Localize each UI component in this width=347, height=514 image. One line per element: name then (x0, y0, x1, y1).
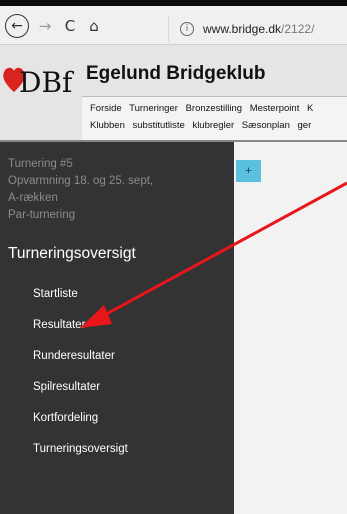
nav-link-klubregler[interactable]: klubregler (192, 120, 234, 131)
sidebar-item-resultater[interactable]: Resultater (33, 319, 85, 331)
top-navigation: Forside Turneringer Bronzestilling Meste… (82, 96, 347, 141)
reload-icon[interactable]: C (60, 16, 80, 36)
sidebar-item-kortfordeling[interactable]: Kortfordeling (33, 412, 98, 424)
url-path: /2122/ (281, 22, 315, 36)
sidebar-item-runderesultater[interactable]: Runderesultater (33, 350, 115, 362)
nav-link-bronzestilling[interactable]: Bronzestilling (186, 103, 243, 114)
info-icon[interactable]: i (180, 22, 194, 36)
browser-toolbar: ← → C ⌂ i www.bridge.dk/2122/ (0, 6, 347, 45)
add-button[interactable]: + (236, 160, 261, 182)
sidebar-heading: Turneringsoversigt (8, 245, 136, 262)
tournament-number: Turnering #5 (8, 158, 73, 170)
main-content (234, 142, 347, 514)
tournament-group: A-rækken (8, 192, 58, 204)
nav-link-mesterpoint[interactable]: Mesterpoint (250, 103, 300, 114)
tournament-type: Par-turnering (8, 209, 76, 221)
forward-icon[interactable]: → (35, 16, 55, 36)
nav-link-truncated[interactable]: K (307, 103, 313, 114)
sidebar-item-spilresultater[interactable]: Spilresultater (33, 381, 100, 393)
nav-link-truncated-2[interactable]: ger (298, 120, 312, 131)
back-icon[interactable]: ← (5, 14, 29, 38)
tournament-name: Opvarmning 18. og 25. sept, (8, 175, 154, 187)
tournament-sidebar: Turnering #5 Opvarmning 18. og 25. sept,… (0, 142, 234, 514)
top-nav-row-2: Klubben substitutliste klubregler Sæsonp… (90, 120, 316, 131)
toolbar-divider (168, 16, 169, 42)
top-nav-row-1: Forside Turneringer Bronzestilling Meste… (90, 103, 318, 114)
home-icon[interactable]: ⌂ (84, 16, 104, 36)
logo-text: DBf (19, 66, 75, 98)
dbf-logo[interactable]: DBf (2, 58, 76, 98)
sidebar-item-turneringsoversigt[interactable]: Turneringsoversigt (33, 443, 128, 455)
nav-link-saesonplan[interactable]: Sæsonplan (242, 120, 290, 131)
address-bar[interactable]: i www.bridge.dk/2122/ (174, 18, 347, 40)
site-title[interactable]: Egelund Bridgeklub (86, 63, 265, 85)
nav-link-forside[interactable]: Forside (90, 103, 122, 114)
nav-link-turneringer[interactable]: Turneringer (129, 103, 178, 114)
nav-link-substitutliste[interactable]: substitutliste (133, 120, 185, 131)
url-domain: www.bridge.dk (203, 22, 282, 36)
nav-link-klubben[interactable]: Klubben (90, 120, 125, 131)
sidebar-item-startliste[interactable]: Startliste (33, 288, 78, 300)
